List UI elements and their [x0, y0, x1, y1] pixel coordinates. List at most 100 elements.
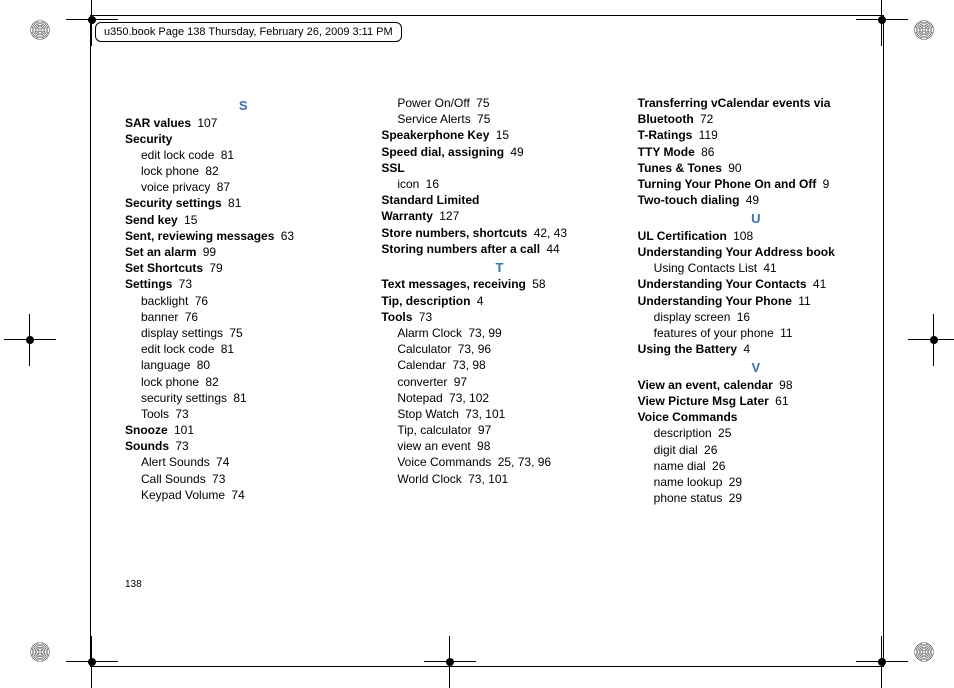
index-subentry: display settings 75 [125, 325, 361, 341]
entry-pages: 82 [202, 375, 219, 389]
entry-pages: 73, 98 [449, 358, 486, 372]
entry-text: Service Alerts [397, 112, 470, 126]
entry-text: Standard Limited [381, 193, 479, 207]
entry-text: Keypad Volume [141, 488, 225, 502]
index-entry: Speed dial, assigning 49 [381, 144, 617, 160]
entry-pages: 58 [529, 277, 546, 291]
entry-text: Understanding Your Contacts [638, 277, 807, 291]
index-subentry: Alert Sounds 74 [125, 454, 361, 470]
section-letter: T [381, 259, 617, 277]
index-entry: Understanding Your Address book [638, 244, 874, 260]
page-border-right [883, 15, 884, 667]
index-subentry: lock phone 82 [125, 163, 361, 179]
entry-text: Two-touch dialing [638, 193, 740, 207]
index-entry: View Picture Msg Later 61 [638, 393, 874, 409]
entry-pages: 72 [697, 112, 714, 126]
index-subentry: digit dial 26 [638, 442, 874, 458]
index-subentry: Keypad Volume 74 [125, 487, 361, 503]
entry-text: backlight [141, 294, 188, 308]
index-entry: View an event, calendar 98 [638, 377, 874, 393]
entry-text: edit lock code [141, 342, 214, 356]
index-entry: Speakerphone Key 15 [381, 127, 617, 143]
index-subentry: converter 97 [381, 374, 617, 390]
entry-pages: 49 [742, 193, 759, 207]
entry-text: Tunes & Tones [638, 161, 722, 175]
entry-text: phone status [654, 491, 723, 505]
header-text: u350.book Page 138 Thursday, February 26… [104, 26, 393, 38]
index-subentry: name lookup 29 [638, 474, 874, 490]
entry-pages: 81 [225, 196, 242, 210]
register-mark-icon [72, 642, 112, 682]
entry-pages: 90 [725, 161, 742, 175]
entry-pages: 11 [777, 326, 793, 340]
index-entry: Sent, reviewing messages 63 [125, 228, 361, 244]
entry-pages: 98 [474, 439, 491, 453]
index-subentry: display screen 16 [638, 309, 874, 325]
entry-pages: 79 [206, 261, 223, 275]
entry-pages: 99 [199, 245, 216, 259]
index-subentry: Tip, calculator 97 [381, 422, 617, 438]
entry-pages: 49 [507, 145, 524, 159]
entry-pages: 73 [415, 310, 432, 324]
entry-pages: 76 [191, 294, 208, 308]
page-border-top [90, 15, 884, 16]
entry-text: Speakerphone Key [381, 128, 489, 142]
index-entry: Sounds 73 [125, 438, 361, 454]
entry-text: converter [397, 375, 447, 389]
entry-text: View an event, calendar [638, 378, 773, 392]
entry-pages: 81 [217, 342, 234, 356]
index-subentry: Tools 73 [125, 406, 361, 422]
index-subentry: Voice Commands 25, 73, 96 [381, 454, 617, 470]
entry-text: Notepad [397, 391, 442, 405]
index-entry: SSL [381, 160, 617, 176]
entry-text: lock phone [141, 375, 199, 389]
entry-pages: 80 [193, 358, 210, 372]
index-subentry: Calculator 73, 96 [381, 341, 617, 357]
entry-text: Warranty [381, 209, 433, 223]
entry-text: Stop Watch [397, 407, 459, 421]
index-subentry: lock phone 82 [125, 374, 361, 390]
entry-text: World Clock [397, 472, 461, 486]
entry-text: digit dial [654, 443, 698, 457]
entry-text: Voice Commands [397, 455, 491, 469]
entry-pages: 108 [730, 229, 753, 243]
index-entry: Understanding Your Phone 11 [638, 293, 874, 309]
entry-pages: 73, 102 [446, 391, 489, 405]
entry-text: Store numbers, shortcuts [381, 226, 527, 240]
entry-text: Using the Battery [638, 342, 737, 356]
entry-text: features of your phone [654, 326, 774, 340]
entry-text: icon [397, 177, 419, 191]
entry-text: Alarm Clock [397, 326, 462, 340]
index-subentry: Stop Watch 73, 101 [381, 406, 617, 422]
entry-text: Sent, reviewing messages [125, 229, 274, 243]
index-subentry: icon 16 [381, 176, 617, 192]
entry-text: language [141, 358, 190, 372]
entry-text: Send key [125, 213, 178, 227]
index-column-3: Transferring vCalendar events viaBluetoo… [638, 95, 874, 582]
section-letter: V [638, 359, 874, 377]
entry-text: Call Sounds [141, 472, 206, 486]
index-subentry: voice privacy 87 [125, 179, 361, 195]
entry-text: Understanding Your Phone [638, 294, 792, 308]
index-subentry: backlight 76 [125, 293, 361, 309]
entry-text: Tools [381, 310, 412, 324]
register-mark-icon [862, 0, 902, 40]
entry-pages: 4 [473, 294, 483, 308]
entry-text: Calendar [397, 358, 446, 372]
entry-pages: 15 [181, 213, 198, 227]
entry-text: TTY Mode [638, 145, 695, 159]
crop-mark-icon [904, 632, 944, 672]
page-number: 138 [125, 579, 142, 590]
index-entry: Set Shortcuts 79 [125, 260, 361, 276]
entry-text: UL Certification [638, 229, 727, 243]
register-mark-icon [430, 642, 470, 682]
entry-text: Voice Commands [638, 410, 738, 424]
entry-pages: 73 [209, 472, 226, 486]
index-entry: Voice Commands [638, 409, 874, 425]
entry-pages: 4 [740, 342, 750, 356]
index-entry: Using the Battery 4 [638, 341, 874, 357]
entry-pages: 73, 99 [465, 326, 502, 340]
index-entry: Set an alarm 99 [125, 244, 361, 260]
index-subentry: edit lock code 81 [125, 341, 361, 357]
index-subentry: description 25 [638, 425, 874, 441]
